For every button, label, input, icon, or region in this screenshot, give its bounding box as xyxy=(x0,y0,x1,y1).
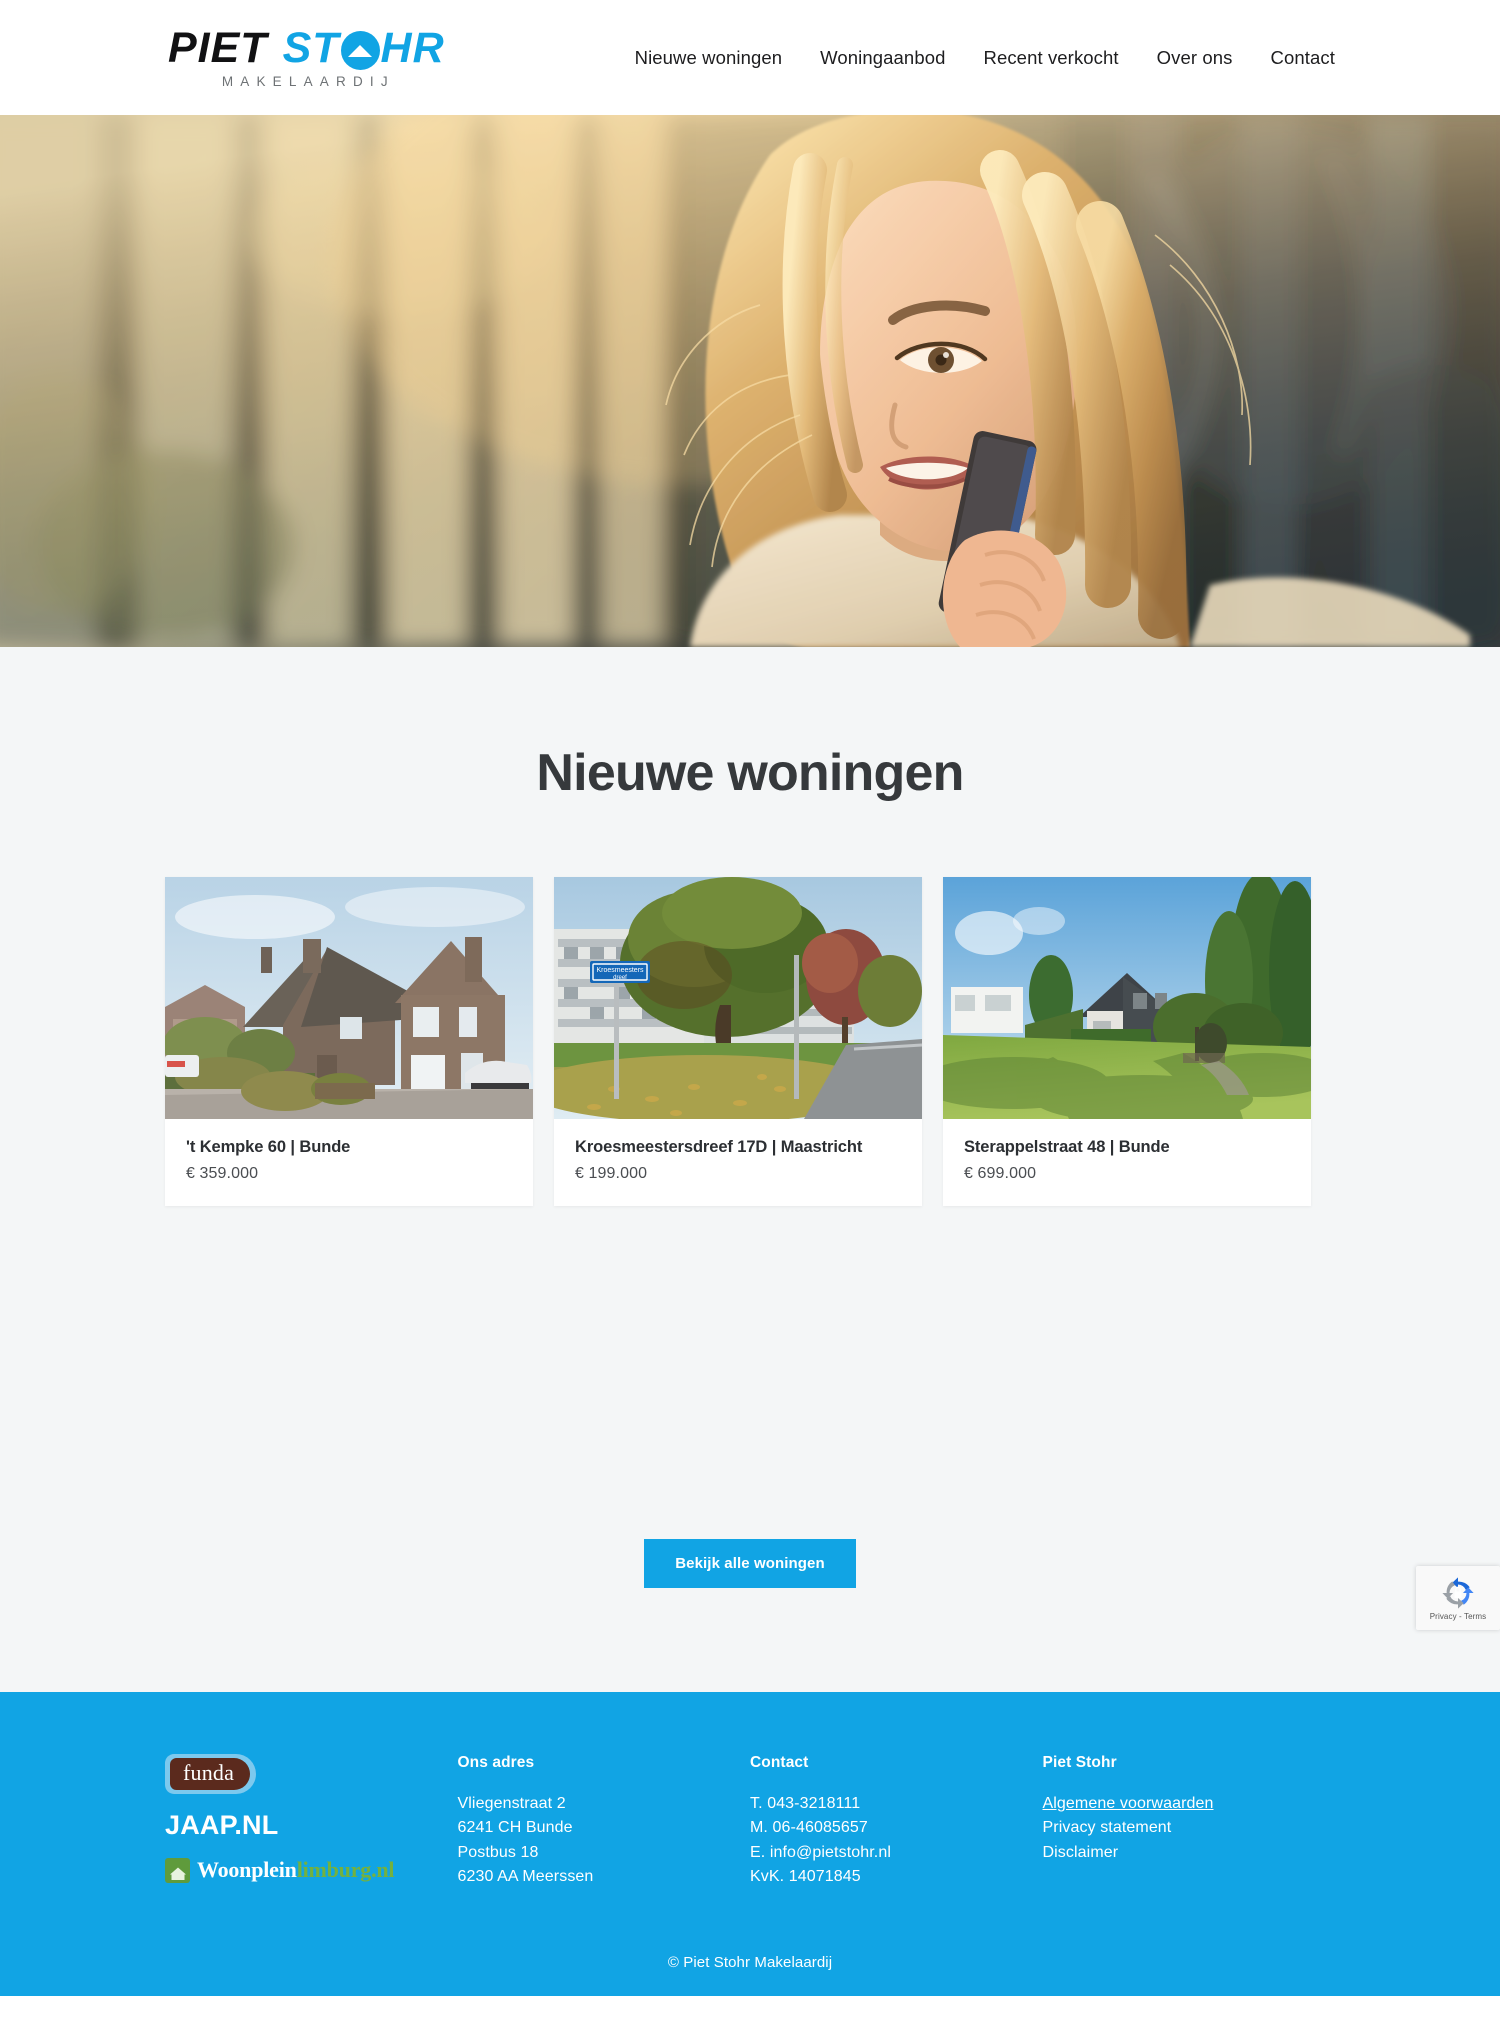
footer-address-column: Ons adres Vliegenstraat 2 6241 CH Bunde … xyxy=(458,1754,751,1889)
listing-price: € 199.000 xyxy=(575,1165,648,1182)
footer-partner-logos: funda JAAP.NL Woonpleinlimburg.nl xyxy=(165,1754,458,1883)
cta-container: Bekijk alle woningen xyxy=(0,1206,1500,1692)
page-title: Nieuwe woningen xyxy=(536,744,964,802)
view-all-listings-button[interactable]: Bekijk alle woningen xyxy=(644,1539,856,1588)
woonplein-logo[interactable]: Woonpleinlimburg.nl xyxy=(165,1857,458,1883)
funda-logo-text: funda xyxy=(170,1758,251,1790)
copyright-bar: © Piet Stohr Makelaardij xyxy=(667,1954,833,1972)
svg-text:dreef: dreef xyxy=(613,975,627,981)
link-disclaimer[interactable]: Disclaimer xyxy=(1043,1841,1336,1865)
nav-woningaanbod[interactable]: Woningaanbod xyxy=(820,47,945,69)
nav-nieuwe-woningen[interactable]: Nieuwe woningen xyxy=(635,47,783,69)
recaptcha-badge[interactable]: Privacy - Terms xyxy=(1416,1566,1500,1630)
footer-contact-heading: Contact xyxy=(750,1754,809,1771)
listing-photo-kempke xyxy=(165,877,533,1119)
hero-banner xyxy=(0,115,1500,647)
header-inner: PIET ST HR MAKELAARDIJ Nieuwe woningen W… xyxy=(0,23,1500,89)
listing-image xyxy=(943,877,1311,1119)
link-algemene-voorwaarden[interactable]: Algemene voorwaarden xyxy=(1043,1792,1336,1816)
site-footer: funda JAAP.NL Woonpleinlimburg.nl Ons ad… xyxy=(0,1692,1500,1997)
logo-text-piet: PIET xyxy=(168,23,268,72)
listing-info: 't Kempke 60 | Bunde € 359.000 xyxy=(165,1119,533,1206)
footer-company-column: Piet Stohr Algemene voorwaarden Privacy … xyxy=(1043,1754,1336,1865)
woonplein-word: Woonplein xyxy=(197,1857,297,1882)
limburg-word: limburg.nl xyxy=(296,1857,395,1882)
address-line-3: Postbus 18 xyxy=(457,1843,539,1861)
listing-photo-kroesmeestersdreef: Kroesmeesters dreef xyxy=(554,877,922,1119)
jaap-logo[interactable]: JAAP.NL xyxy=(165,1810,458,1841)
nav-over-ons[interactable]: Over ons xyxy=(1157,47,1233,69)
svg-text:Kroesmeesters: Kroesmeesters xyxy=(596,967,644,974)
listing-price: € 699.000 xyxy=(964,1165,1037,1182)
logo-text-st: ST xyxy=(282,23,340,72)
listing-info: Kroesmeestersdreef 17D | Maastricht € 19… xyxy=(554,1119,922,1206)
address-line-2: 6241 CH Bunde xyxy=(457,1819,573,1837)
logo-text-hr: HR xyxy=(380,23,445,72)
woonplein-logo-text: Woonpleinlimburg.nl xyxy=(197,1857,395,1883)
listing-title: Sterappelstraat 48 | Bunde xyxy=(964,1138,1170,1156)
listing-title: 't Kempke 60 | Bunde xyxy=(186,1138,351,1156)
listing-card[interactable]: 't Kempke 60 | Bunde € 359.000 xyxy=(165,877,533,1206)
listing-price: € 359.000 xyxy=(186,1165,259,1182)
address-line-4: 6230 AA Meerssen xyxy=(457,1867,594,1885)
listing-card[interactable]: Kroesmeesters dreef Kroesmeestersdreef 1… xyxy=(554,877,922,1206)
contact-phone: T. 043-3218111 xyxy=(750,1795,861,1812)
logo-subtitle: MAKELAARDIJ xyxy=(221,73,395,89)
recaptcha-privacy-label: Privacy xyxy=(1429,1611,1457,1621)
house-roof-icon xyxy=(340,30,380,70)
nav-contact[interactable]: Contact xyxy=(1271,47,1335,69)
nav-recent-verkocht[interactable]: Recent verkocht xyxy=(983,47,1118,69)
listing-info: Sterappelstraat 48 | Bunde € 699.000 xyxy=(943,1119,1311,1206)
listing-image xyxy=(165,877,533,1119)
recaptcha-icon xyxy=(1442,1576,1474,1609)
footer-contact-column: Contact T. 043-3218111 M. 06-46085657 E.… xyxy=(750,1754,1043,1889)
site-logo[interactable]: PIET ST HR MAKELAARDIJ xyxy=(168,23,445,89)
house-icon xyxy=(165,1857,190,1883)
link-privacy-statement[interactable]: Privacy statement xyxy=(1043,1816,1336,1840)
main-navigation: Nieuwe woningen Woningaanbod Recent verk… xyxy=(635,47,1335,69)
contact-mobile: M. 06-46085657 xyxy=(750,1819,868,1837)
funda-logo[interactable]: funda xyxy=(165,1754,257,1794)
recaptcha-separator: - xyxy=(1459,1611,1462,1621)
hero-image xyxy=(0,115,1500,647)
listing-photo-sterappelstraat xyxy=(943,877,1311,1119)
recaptcha-terms[interactable]: Privacy - Terms xyxy=(1430,1612,1487,1621)
contact-kvk: KvK. 14071845 xyxy=(750,1867,861,1885)
listings-grid: 't Kempke 60 | Bunde € 359.000 Kroesmees… xyxy=(0,877,1500,1206)
recaptcha-terms-label: Terms xyxy=(1463,1611,1487,1621)
contact-email: E. info@pietstohr.nl xyxy=(750,1843,891,1861)
address-line-1: Vliegenstraat 2 xyxy=(457,1795,566,1812)
listing-title: Kroesmeestersdreef 17D | Maastricht xyxy=(575,1138,863,1156)
site-header: PIET ST HR MAKELAARDIJ Nieuwe woningen W… xyxy=(0,0,1500,115)
footer-company-heading: Piet Stohr xyxy=(1042,1754,1117,1771)
logo-wordmark: PIET ST HR xyxy=(168,23,445,72)
footer-columns: funda JAAP.NL Woonpleinlimburg.nl Ons ad… xyxy=(0,1692,1500,1941)
footer-address-heading: Ons adres xyxy=(457,1754,535,1771)
listing-card[interactable]: Sterappelstraat 48 | Bunde € 699.000 xyxy=(943,877,1311,1206)
listings-section: Privacy - Terms Nieuwe woningen 't Kempk… xyxy=(0,647,1500,1692)
listing-image: Kroesmeesters dreef xyxy=(554,877,922,1119)
